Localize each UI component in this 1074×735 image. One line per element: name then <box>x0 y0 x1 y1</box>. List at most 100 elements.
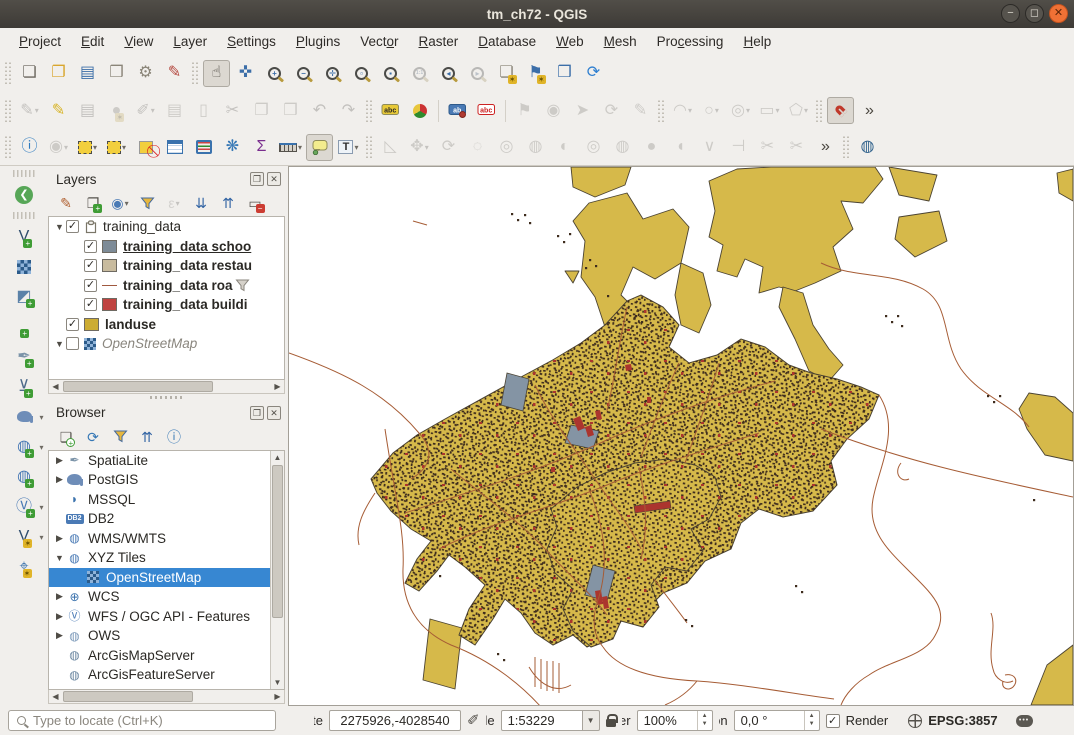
deselect-features-button[interactable] <box>132 134 159 161</box>
add-ring-button[interactable]: ◎ <box>493 134 520 161</box>
layer-item-openstreetmap[interactable]: ▼OpenStreetMap <box>49 334 284 354</box>
expander-arrow[interactable]: ▼ <box>53 553 66 563</box>
identify-features-button[interactable]: ⓘ <box>16 134 43 161</box>
layer-visibility-checkbox[interactable]: ✓ <box>84 259 97 272</box>
cut-features-button[interactable]: ✂ <box>219 97 246 124</box>
pin-labels-button[interactable]: ab <box>444 97 471 124</box>
locator-search-input[interactable]: Type to locate (Ctrl+K) <box>8 710 276 731</box>
style-manager-button[interactable]: ✎ <box>161 60 188 87</box>
zoom-to-selection-button[interactable]: ▪ <box>377 60 404 87</box>
add-postgis-layer-button[interactable]: ▾ <box>11 403 38 430</box>
add-rectangle-button[interactable]: ▭▾ <box>756 97 783 124</box>
add-selected-layers-button[interactable]: ❏+ <box>55 426 77 448</box>
menu-settings[interactable]: Settings <box>218 31 285 52</box>
properties-info-button[interactable]: ⓘ <box>163 426 185 448</box>
coordinate-input[interactable]: 2275926,-4028540 <box>329 710 461 731</box>
browser-horizontal-scrollbar[interactable]: ◀ ▶ <box>48 690 285 704</box>
browser-panel-float-button[interactable]: ❐ <box>250 406 264 420</box>
field-calculator-button[interactable] <box>190 134 217 161</box>
new-project-button[interactable]: ❏ <box>16 60 43 87</box>
menu-edit[interactable]: Edit <box>72 31 113 52</box>
delete-ring-button[interactable]: ◎ <box>580 134 607 161</box>
toolbar-handle[interactable] <box>843 136 850 158</box>
text-annotation-button[interactable]: T▾ <box>335 134 362 161</box>
move-label-button[interactable]: ➤ <box>569 97 596 124</box>
manage-map-themes-button[interactable]: ◉▾ <box>109 192 131 214</box>
new-gpx-layer-button[interactable]: ⌖✶ <box>11 553 38 580</box>
dropdown-arrow[interactable]: ▾ <box>298 143 302 152</box>
statistical-summary-button[interactable]: Σ <box>248 134 275 161</box>
vertex-tool-advanced-button[interactable]: ∨ <box>696 134 723 161</box>
split-parts-button[interactable]: ✂ <box>783 134 810 161</box>
zoom-in-button[interactable]: + <box>261 60 288 87</box>
crs-value[interactable]: EPSG:3857 <box>928 713 997 728</box>
expander-arrow[interactable]: ▶ <box>53 630 66 641</box>
add-part-button[interactable]: ◍ <box>522 134 549 161</box>
expand-all-button[interactable]: ⇊ <box>190 192 212 214</box>
browser-item-arcgisfeatureserver[interactable]: ◍ArcGisFeatureServer <box>49 665 270 685</box>
filter-legend-button[interactable] <box>136 192 158 214</box>
save-project-button[interactable]: ▤ <box>74 60 101 87</box>
show-bookmarks-button[interactable]: ⚑✶ <box>522 60 549 87</box>
toolbar-handle[interactable] <box>13 212 35 219</box>
layer-item-training-data-buildi[interactable]: ✓training_data buildi <box>49 295 284 315</box>
close-button[interactable]: ✕ <box>1049 4 1068 23</box>
layer-item-landuse[interactable]: ✓landuse <box>49 315 284 335</box>
collapse-all-button[interactable]: ⇈ <box>217 192 239 214</box>
layer-labeling-button[interactable]: abc <box>377 97 404 124</box>
expander-arrow[interactable]: ▶ <box>53 591 66 602</box>
new-print-layout-button[interactable]: ❒ <box>103 60 130 87</box>
add-virtual-layer-button[interactable]: ⊻+ <box>11 373 38 400</box>
redo-button[interactable]: ↷ <box>335 97 362 124</box>
processing-toolbox-button[interactable]: ❋ <box>219 134 246 161</box>
dropdown-arrow[interactable]: ▾ <box>39 413 43 422</box>
layer-item-training-data-roa[interactable]: ✓training_data roa <box>49 276 284 296</box>
move-feature-button[interactable]: ✥▾ <box>406 134 433 161</box>
offset-curve-button[interactable]: ◖ <box>667 134 694 161</box>
browser-item-postgis[interactable]: ▶PostGIS <box>49 470 270 490</box>
extents-toggle-icon[interactable]: ✐ <box>467 713 480 728</box>
enable-snapping-button[interactable] <box>827 97 854 124</box>
dropdown-arrow[interactable]: ▾ <box>93 143 97 152</box>
expander-arrow[interactable]: ▶ <box>53 611 66 622</box>
dropdown-arrow[interactable]: ▾ <box>354 143 358 152</box>
scrollbar-thumb[interactable] <box>272 465 283 618</box>
add-vector-layer-button[interactable]: V+ <box>11 223 38 250</box>
rotation-spinbox[interactable]: 0,0 ° ▲▼ <box>734 710 820 731</box>
zoom-native-button[interactable]: 1:1 <box>406 60 433 87</box>
toolbar-handle[interactable] <box>13 170 35 177</box>
measure-button[interactable]: ▾ <box>277 134 304 161</box>
menu-layer[interactable]: Layer <box>164 31 216 52</box>
scroll-down-arrow[interactable]: ▼ <box>274 676 282 689</box>
add-ellipse-button[interactable]: ◎▾ <box>727 97 754 124</box>
zoom-last-button[interactable]: ◂ <box>435 60 462 87</box>
add-wms-layer-button[interactable]: ◍+▾ <box>11 433 38 460</box>
dropdown-arrow[interactable]: ▾ <box>39 503 43 512</box>
layer-visibility-checkbox[interactable]: ✓ <box>66 220 79 233</box>
show-hidden-labels-button[interactable]: ◉ <box>540 97 567 124</box>
browser-panel-close-button[interactable]: ✕ <box>267 406 281 420</box>
select-features-button[interactable]: ▾ <box>74 134 101 161</box>
delete-part-button[interactable]: ◍ <box>609 134 636 161</box>
expander-arrow[interactable]: ▼ <box>53 222 66 232</box>
reshape-features-button[interactable]: ● <box>638 134 665 161</box>
rotate-feature-button[interactable]: ⟳ <box>435 134 462 161</box>
scale-dropdown-arrow[interactable]: ▼ <box>583 710 600 731</box>
dropdown-arrow[interactable]: ▾ <box>35 106 39 115</box>
dropdown-arrow[interactable]: ▾ <box>39 533 43 542</box>
dropdown-arrow[interactable]: ▾ <box>64 143 68 152</box>
dropdown-arrow[interactable]: ▾ <box>746 106 750 115</box>
current-edits-button[interactable]: ✎▾ <box>16 97 43 124</box>
simplify-feature-button[interactable]: ◌ <box>464 134 491 161</box>
add-circular-string-button[interactable]: ◠▾ <box>669 97 696 124</box>
add-mesh-layer-button[interactable]: ◩+ <box>11 283 38 310</box>
layers-panel-float-button[interactable]: ❐ <box>250 172 264 186</box>
layer-item-training-data[interactable]: ▼✓training_data <box>49 217 284 237</box>
dropdown-arrow[interactable]: ▾ <box>804 106 808 115</box>
toolbar-handle[interactable] <box>658 100 665 122</box>
add-feature-button[interactable]: ●✶ <box>103 97 130 124</box>
pan-map-button[interactable]: ☝ <box>203 60 230 87</box>
open-project-button[interactable]: ❐ <box>45 60 72 87</box>
render-checkbox[interactable]: ✓ <box>826 714 840 728</box>
toolbar-handle[interactable] <box>5 136 12 158</box>
